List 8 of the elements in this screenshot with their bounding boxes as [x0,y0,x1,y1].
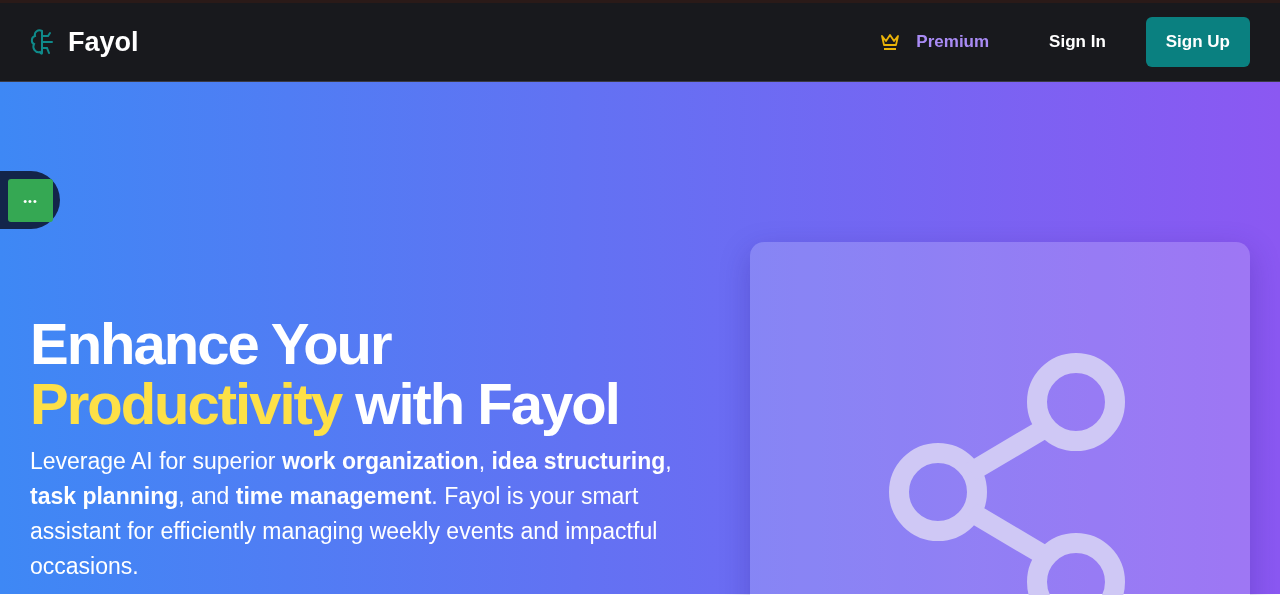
hero-description: Leverage AI for superior work organization, idea structuring, task planning, and time management. Fayol is your smart assistant for efficiently managing weekly events and impactful occasions. [30,447,673,581]
sign-in-link[interactable]: Sign In [1049,32,1106,52]
brand-name: Fayol [68,26,139,58]
premium-link[interactable]: Premium [880,32,990,52]
crown-icon [880,33,901,51]
hero-headline: Enhance Your Productivity with Fayol [30,314,620,434]
sign-up-button[interactable]: Sign Up [1145,17,1250,67]
brain-icon [30,28,56,56]
